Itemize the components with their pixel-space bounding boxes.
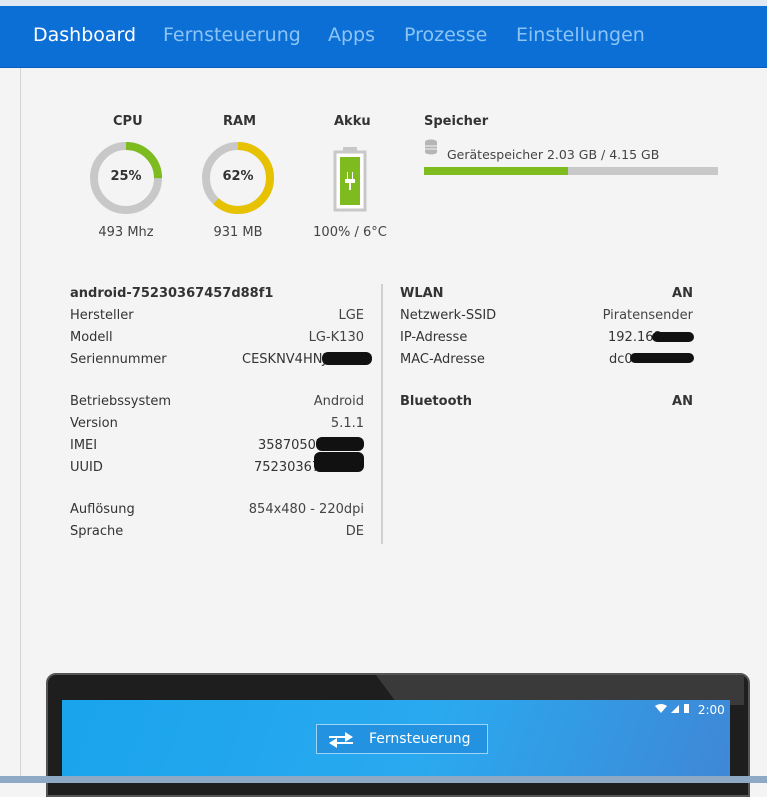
row-label-betriebssystem: Betriebssystem [70, 394, 171, 409]
redaction-mark [630, 353, 694, 363]
swap-arrows-icon [329, 732, 353, 748]
wifi-signal-battery-icon [655, 704, 689, 713]
row-label-ssid: Netzwerk-SSID [400, 308, 497, 323]
row-label-aufloesung: Auflösung [70, 502, 135, 517]
row-label-uuid: UUID [70, 460, 103, 475]
redaction-mark [322, 352, 372, 365]
cpu-title: CPU [113, 114, 143, 129]
remote-control-button-label: Fernsteuerung [369, 731, 471, 747]
akku-status: 100% / 6°C [313, 225, 387, 240]
row-value-hersteller: LGE [338, 308, 364, 323]
row-value-ssid: Piratensender [602, 308, 693, 323]
database-icon [425, 139, 437, 155]
ram-usage: 931 MB [213, 225, 263, 240]
row-label-sprache: Sprache [70, 524, 124, 539]
nav-apps[interactable]: Apps [328, 24, 375, 46]
row-label-seriennummer: Seriennummer [70, 352, 167, 367]
row-value-version: 5.1.1 [330, 416, 364, 431]
nav-einstellungen[interactable]: Einstellungen [516, 24, 645, 46]
storage-bar-fill [424, 167, 568, 175]
nav-fernsteuerung[interactable]: Fernsteuerung [163, 24, 301, 46]
akku-title: Akku [334, 114, 371, 129]
nav-dashboard[interactable]: Dashboard [33, 24, 136, 46]
row-label-mac: MAC-Adresse [400, 352, 485, 367]
redaction-mark [314, 452, 364, 472]
redaction-mark [652, 332, 694, 342]
window-bottom-strip [0, 776, 767, 783]
content-left-border [20, 68, 21, 783]
battery-icon [333, 147, 367, 212]
ram-percent: 62% [222, 169, 254, 184]
remote-control-button[interactable]: Fernsteuerung [316, 724, 488, 754]
cpu-frequency: 493 Mhz [98, 225, 154, 240]
row-value-mac: dc0 [609, 352, 633, 367]
top-nav: Dashboard Fernsteuerung Apps Prozesse Ei… [0, 6, 767, 68]
redaction-mark [316, 437, 364, 451]
storage-title: Speicher [424, 114, 489, 129]
wlan-status: AN [672, 286, 693, 301]
row-label-imei: IMEI [70, 438, 98, 453]
bluetooth-status: AN [672, 394, 693, 409]
ram-title: RAM [223, 114, 257, 129]
row-label-modell: Modell [70, 330, 113, 345]
nav-prozesse[interactable]: Prozesse [404, 24, 487, 46]
row-label-hersteller: Hersteller [70, 308, 134, 323]
storage-text: Gerätespeicher 2.03 GB / 4.15 GB [447, 147, 660, 162]
bluetooth-label: Bluetooth [400, 394, 472, 409]
row-value-betriebssystem: Android [313, 394, 364, 409]
device-name: android-75230367457d88f1 [70, 286, 274, 301]
row-value-modell: LG-K130 [308, 330, 364, 345]
column-divider [381, 284, 383, 544]
row-label-version: Version [70, 416, 118, 431]
cpu-percent: 25% [110, 169, 142, 184]
row-value-sprache: DE [345, 524, 364, 539]
device-status-bar: 2:00 [654, 703, 725, 717]
device-time: 2:00 [697, 703, 725, 717]
wlan-label: WLAN [400, 286, 444, 301]
row-label-ip: IP-Adresse [400, 330, 468, 345]
row-value-aufloesung: 854x480 - 220dpi [248, 502, 364, 517]
row-value-seriennummer: CESKNV4HNJ [242, 352, 327, 367]
storage-bar [424, 167, 718, 175]
